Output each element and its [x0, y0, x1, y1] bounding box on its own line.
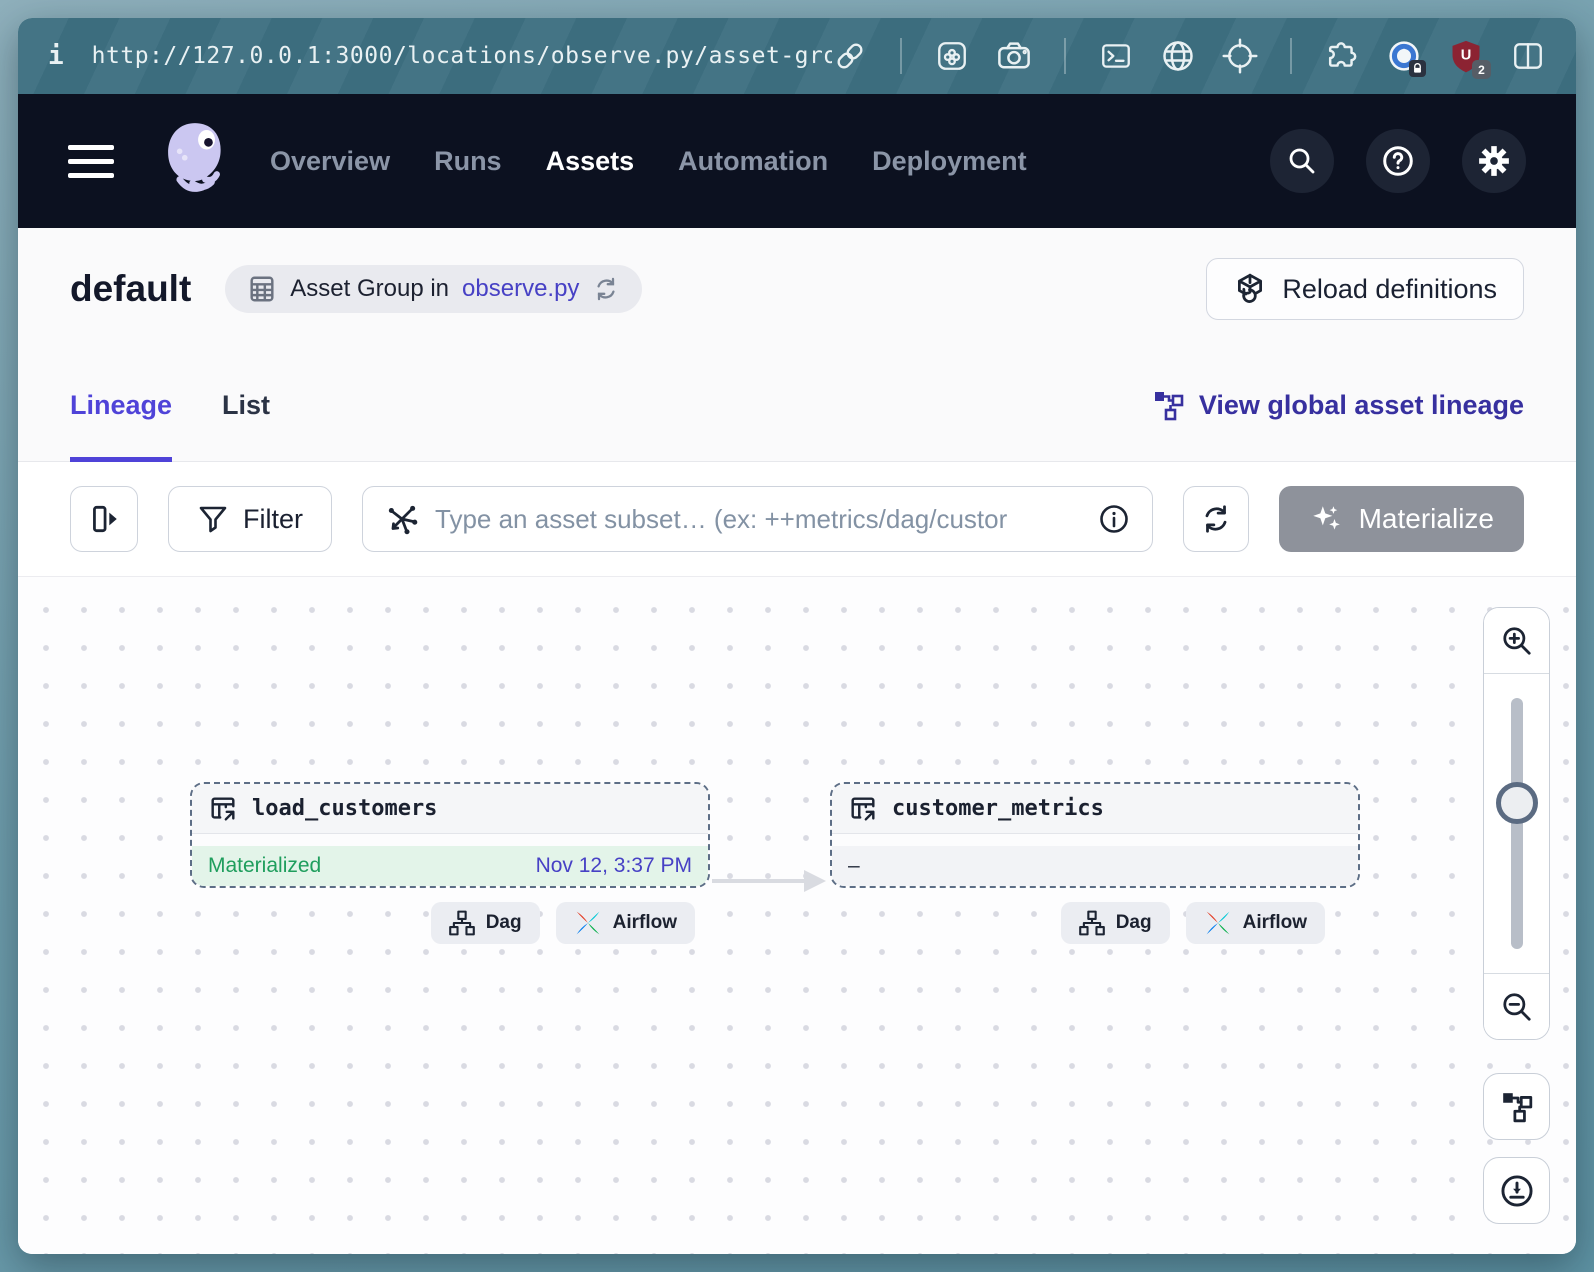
asset-group-file-link[interactable]: observe.py — [462, 275, 579, 303]
lineage-graph-icon — [1153, 390, 1185, 422]
refresh-graph-button[interactable] — [1183, 486, 1249, 552]
nav-item-runs[interactable]: Runs — [434, 146, 502, 177]
asset-group-badge-text: Asset Group in — [290, 275, 449, 303]
photos-icon[interactable] — [934, 38, 970, 74]
badge-refresh-icon[interactable] — [592, 275, 620, 303]
graph-toolbar: Filter Materialize — [18, 462, 1576, 577]
asset-node-load-customers[interactable]: load_customers Materialized Nov 12, 3:37… — [190, 782, 710, 888]
zoom-out-button[interactable] — [1484, 973, 1549, 1039]
copy-link-icon[interactable] — [832, 38, 868, 74]
filter-label: Filter — [243, 504, 303, 535]
tag-airflow-label: Airflow — [1243, 912, 1307, 934]
shield-count-badge: 2 — [1472, 60, 1491, 79]
asset-timestamp: Nov 12, 3:37 PM — [536, 854, 692, 878]
svg-text:U: U — [1461, 47, 1472, 63]
asset-group-badge: Asset Group in observe.py — [225, 265, 642, 313]
view-global-lineage-link[interactable]: View global asset lineage — [1153, 390, 1524, 422]
info-icon[interactable] — [1098, 503, 1130, 535]
dagster-logo[interactable] — [154, 118, 236, 205]
menu-hamburger-button[interactable] — [68, 145, 114, 178]
tab-lineage[interactable]: Lineage — [70, 350, 172, 461]
page-title: default — [70, 268, 191, 310]
help-button[interactable] — [1366, 129, 1430, 193]
tag-dag-label: Dag — [486, 912, 522, 934]
dag-icon — [1079, 910, 1105, 936]
tab-list[interactable]: List — [222, 350, 270, 461]
view-tabs: Lineage List View global asset lineage — [18, 350, 1576, 462]
observable-asset-icon — [208, 794, 238, 824]
toolbar-divider — [1290, 38, 1292, 74]
asset-subset-inputbox[interactable] — [362, 486, 1153, 552]
asset-tags-customer-metrics: Dag Airflow — [1061, 902, 1325, 944]
lineage-edge — [708, 865, 834, 897]
zoom-controls — [1483, 607, 1550, 1040]
nav-item-automation[interactable]: Automation — [678, 146, 828, 177]
materialize-button[interactable]: Materialize — [1279, 486, 1524, 552]
address-bar[interactable]: http://127.0.0.1:3000/locations/observe.… — [92, 43, 832, 69]
browser-toolbar: i http://127.0.0.1:3000/locations/observ… — [18, 18, 1576, 94]
tag-airflow[interactable]: Airflow — [1186, 902, 1325, 944]
asset-name: customer_metrics — [892, 796, 1104, 821]
tag-dag[interactable]: Dag — [431, 902, 540, 944]
nav-item-overview[interactable]: Overview — [270, 146, 390, 177]
lock-badge-icon — [1409, 60, 1426, 77]
tag-dag-label: Dag — [1116, 912, 1152, 934]
toolbar-divider — [900, 38, 902, 74]
zoom-slider-handle[interactable] — [1496, 782, 1538, 824]
asset-subset-icon — [385, 502, 419, 536]
asset-group-icon — [247, 274, 277, 304]
download-image-button[interactable] — [1483, 1157, 1550, 1224]
zoom-in-button[interactable] — [1484, 608, 1549, 674]
asset-status-row: Materialized Nov 12, 3:37 PM — [192, 846, 708, 886]
nav-item-assets[interactable]: Assets — [546, 146, 635, 177]
fit-graph-button[interactable] — [1483, 1073, 1550, 1140]
reload-definitions-button[interactable]: Reload definitions — [1206, 258, 1524, 320]
toolbar-divider — [1064, 38, 1066, 74]
dag-icon — [449, 910, 475, 936]
asset-status: Materialized — [208, 854, 321, 878]
target-icon[interactable] — [1222, 38, 1258, 74]
nav-item-deployment[interactable]: Deployment — [872, 146, 1027, 177]
browser-window: i http://127.0.0.1:3000/locations/observ… — [18, 18, 1576, 1254]
tag-airflow-label: Airflow — [613, 912, 677, 934]
page-info-icon[interactable]: i — [48, 41, 64, 71]
page-header: default Asset Group in observe.py Reload… — [18, 228, 1576, 350]
asset-status: – — [848, 854, 860, 878]
filter-funnel-icon — [197, 503, 229, 535]
zoom-slider[interactable] — [1484, 674, 1549, 973]
asset-status-row: – — [832, 846, 1358, 886]
adblock-shield-icon[interactable]: U 2 — [1448, 38, 1484, 74]
app-navbar: Overview Runs Assets Automation Deployme… — [18, 94, 1576, 228]
lineage-canvas[interactable]: load_customers Materialized Nov 12, 3:37… — [18, 577, 1576, 1254]
password-manager-icon[interactable] — [1386, 38, 1422, 74]
asset-name: load_customers — [252, 796, 437, 821]
extensions-puzzle-icon[interactable] — [1324, 38, 1360, 74]
globe-icon[interactable] — [1160, 38, 1196, 74]
reload-cube-icon — [1233, 272, 1267, 306]
observable-asset-icon — [848, 794, 878, 824]
view-global-lineage-label: View global asset lineage — [1199, 390, 1524, 421]
sparkle-icon — [1309, 502, 1343, 536]
airflow-icon — [1204, 909, 1232, 937]
filter-button[interactable]: Filter — [168, 486, 332, 552]
airflow-icon — [574, 909, 602, 937]
asset-subset-input[interactable] — [435, 504, 1082, 535]
settings-gear-button[interactable] — [1462, 129, 1526, 193]
asset-tags-load-customers: Dag Airflow — [431, 902, 695, 944]
screenshot-icon[interactable] — [996, 38, 1032, 74]
terminal-icon[interactable] — [1098, 38, 1134, 74]
reload-definitions-label: Reload definitions — [1282, 274, 1497, 305]
expand-panel-button[interactable] — [70, 486, 138, 552]
asset-node-customer-metrics[interactable]: customer_metrics – — [830, 782, 1360, 888]
nav-links: Overview Runs Assets Automation Deployme… — [270, 146, 1027, 177]
tag-dag[interactable]: Dag — [1061, 902, 1170, 944]
tag-airflow[interactable]: Airflow — [556, 902, 695, 944]
split-view-icon[interactable] — [1510, 38, 1546, 74]
search-button[interactable] — [1270, 129, 1334, 193]
materialize-label: Materialize — [1359, 503, 1494, 535]
